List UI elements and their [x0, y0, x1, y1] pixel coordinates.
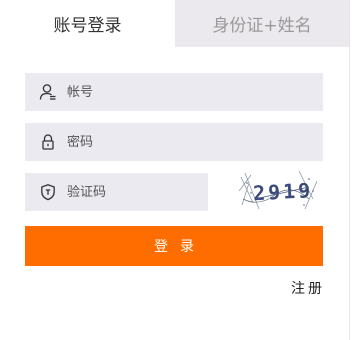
tab-id-name-login[interactable]: 身份证+姓名	[175, 0, 349, 47]
account-input[interactable]	[67, 84, 267, 100]
lock-icon	[39, 133, 57, 151]
captcha-input[interactable]	[67, 184, 237, 200]
shield-icon	[39, 183, 57, 201]
login-tabs: 账号登录 身份证+姓名	[0, 0, 349, 47]
account-field[interactable]	[25, 73, 323, 111]
password-field[interactable]	[25, 123, 323, 161]
login-button[interactable]: 登录	[25, 226, 323, 266]
captcha-image[interactable]: 2919	[238, 169, 318, 213]
tab-account-login[interactable]: 账号登录	[0, 0, 175, 47]
register-link[interactable]: 注册	[291, 278, 325, 298]
panel-border	[349, 0, 350, 340]
captcha-field[interactable]	[25, 173, 237, 211]
user-icon	[39, 83, 57, 101]
password-input[interactable]	[67, 134, 267, 150]
captcha-text: 2919	[252, 178, 313, 205]
login-panel: 账号登录 身份证+姓名 帐号 验证码 2919 登录 注册	[0, 0, 355, 340]
